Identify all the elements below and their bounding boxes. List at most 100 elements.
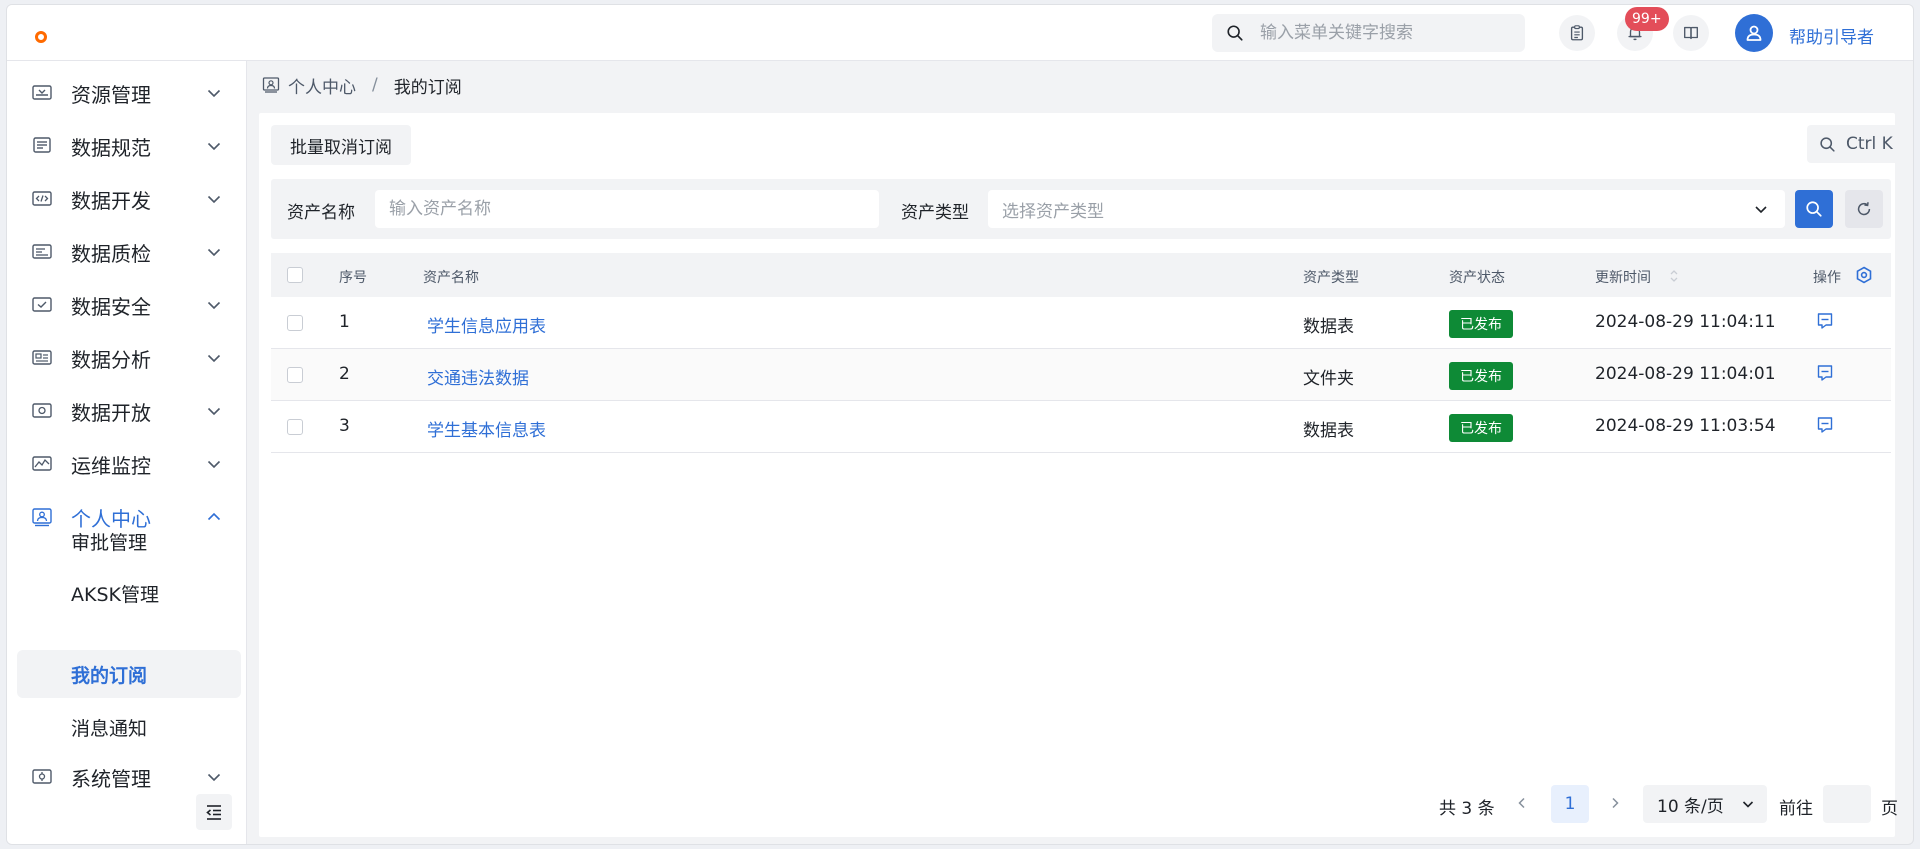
book-icon xyxy=(1684,26,1698,40)
sidebar-item-label: 系统管理 xyxy=(71,766,151,791)
table-row: 1 学生信息应用表 数据表 已发布 2024-08-29 11:04:11 xyxy=(271,297,1891,349)
settings-icon[interactable] xyxy=(1855,266,1873,284)
asset-name-link[interactable]: 交通违法数据 xyxy=(427,364,529,389)
page-number-button[interactable]: 1 xyxy=(1551,785,1589,823)
sidebar-item-analysis[interactable]: 数据分析 xyxy=(7,332,247,384)
sidebar-subitem-label: 消息通知 xyxy=(71,717,148,740)
search-icon xyxy=(1227,25,1243,41)
row-checkbox[interactable] xyxy=(287,419,303,435)
code-icon xyxy=(32,191,52,206)
page-size-select[interactable]: 10 条/页 xyxy=(1643,785,1767,823)
clipboard-icon xyxy=(1570,25,1584,41)
row-checkbox[interactable] xyxy=(287,315,303,331)
search-button[interactable] xyxy=(1795,190,1833,228)
quick-search-button[interactable]: Ctrl K xyxy=(1807,125,1901,163)
unsubscribe-icon[interactable] xyxy=(1815,415,1835,435)
reset-button[interactable] xyxy=(1845,190,1883,228)
asset-type: 文件夹 xyxy=(1303,369,1354,389)
sidebar-subitem-approval[interactable]: 审批管理 xyxy=(17,517,241,565)
asset-name-link[interactable]: 学生基本信息表 xyxy=(427,416,546,441)
menu-search-box[interactable] xyxy=(1212,14,1525,52)
personal-icon xyxy=(262,77,280,93)
sidebar-item-open[interactable]: 数据开放 xyxy=(7,385,247,437)
goto-page-input[interactable] xyxy=(1823,785,1871,823)
search-icon xyxy=(1806,201,1822,217)
updated-time: 2024-08-29 11:04:11 xyxy=(1595,312,1776,332)
row-checkbox[interactable] xyxy=(287,367,303,383)
prev-page-icon[interactable] xyxy=(1515,796,1529,810)
table-header: 序号 资产名称 资产类型 资产状态 更新时间 操作 xyxy=(271,253,1891,297)
updated-time: 2024-08-29 11:03:54 xyxy=(1595,416,1776,436)
username[interactable]: 帮助引导者 xyxy=(1789,23,1874,48)
sidebar-item-label: 数据开放 xyxy=(71,400,151,425)
chevron-down-icon xyxy=(207,89,221,98)
column-type: 资产类型 xyxy=(1303,270,1359,286)
select-all-checkbox[interactable] xyxy=(287,267,303,283)
chevron-down-icon xyxy=(207,354,221,363)
filter-bar: 资产名称 资产类型 选择资产类型 xyxy=(271,179,1891,239)
avatar[interactable] xyxy=(1735,14,1773,52)
sidebar-subitem-aksk[interactable]: AKSK管理 xyxy=(17,569,241,617)
sidebar-item-label: 数据分析 xyxy=(71,347,151,372)
chevron-down-icon xyxy=(207,773,221,782)
sidebar-item-resource[interactable]: 资源管理 xyxy=(7,67,247,119)
asset-name-input[interactable] xyxy=(375,190,879,228)
chevron-down-icon xyxy=(207,248,221,257)
top-header: 99+ 帮助引导者 xyxy=(7,5,1913,61)
breadcrumb-current: 我的订阅 xyxy=(393,77,462,98)
asset-name-link[interactable]: 学生信息应用表 xyxy=(427,312,546,337)
pagination-total: 共 3 条 xyxy=(1439,799,1495,819)
security-icon xyxy=(32,297,52,312)
batch-unsubscribe-button[interactable]: 批量取消订阅 xyxy=(271,125,411,165)
docs-button[interactable] xyxy=(1673,15,1709,51)
standard-icon xyxy=(33,137,51,153)
sidebar-item-label: 数据开发 xyxy=(71,188,151,213)
sidebar-subitem-messages[interactable]: 消息通知 xyxy=(17,703,241,751)
next-page-icon[interactable] xyxy=(1608,796,1622,810)
column-updated[interactable]: 更新时间 xyxy=(1595,267,1651,287)
unsubscribe-icon[interactable] xyxy=(1815,363,1835,383)
clipboard-button[interactable] xyxy=(1559,15,1595,51)
open-icon xyxy=(32,403,52,418)
sidebar-item-label: 数据质检 xyxy=(71,241,151,266)
breadcrumb-separator: / xyxy=(372,75,378,95)
asset-type-label: 资产类型 xyxy=(901,203,969,223)
asset-type-select[interactable]: 选择资产类型 xyxy=(988,190,1785,228)
notification-badge: 99+ xyxy=(1625,7,1669,31)
sidebar-subitem-my-subscriptions[interactable]: 我的订阅 xyxy=(17,650,241,698)
logo-icon[interactable] xyxy=(35,31,47,43)
chevron-down-icon xyxy=(207,142,221,151)
column-index: 序号 xyxy=(339,270,367,286)
chevron-down-icon xyxy=(207,301,221,310)
sidebar: 资源管理 数据规范 数据开发 数据质检 数据安全 数据分析 数据开放 运维监控 … xyxy=(7,61,247,844)
status-badge: 已发布 xyxy=(1449,362,1513,390)
sidebar-item-security[interactable]: 数据安全 xyxy=(7,279,247,331)
row-index: 2 xyxy=(339,364,350,384)
sort-icon[interactable] xyxy=(1669,269,1679,283)
collapse-menu-icon xyxy=(206,805,221,820)
table-row: 2 交通违法数据 文件夹 已发布 2024-08-29 11:04:01 xyxy=(271,349,1891,401)
chevron-down-icon xyxy=(207,460,221,469)
page-size-value: 10 条/页 xyxy=(1657,796,1724,817)
goto-label: 前往 xyxy=(1779,799,1813,819)
unsubscribe-icon[interactable] xyxy=(1815,311,1835,331)
sidebar-item-develop[interactable]: 数据开发 xyxy=(7,173,247,225)
menu-search-input[interactable] xyxy=(1260,23,1500,43)
chevron-down-icon xyxy=(1742,801,1754,808)
sidebar-item-quality[interactable]: 数据质检 xyxy=(7,226,247,278)
asset-name-label: 资产名称 xyxy=(287,203,355,223)
analysis-icon xyxy=(32,350,52,365)
asset-type: 数据表 xyxy=(1303,421,1354,441)
asset-type-placeholder: 选择资产类型 xyxy=(1002,201,1104,222)
sidebar-item-label: 资源管理 xyxy=(71,82,151,107)
search-icon xyxy=(1820,136,1835,152)
sidebar-collapse-button[interactable] xyxy=(196,794,232,830)
monitor-icon xyxy=(32,456,52,471)
row-index: 3 xyxy=(339,416,350,436)
breadcrumb-parent[interactable]: 个人中心 xyxy=(288,73,356,98)
refresh-icon xyxy=(1857,202,1871,216)
sidebar-item-standard[interactable]: 数据规范 xyxy=(7,120,247,172)
asset-type: 数据表 xyxy=(1303,317,1354,337)
system-icon xyxy=(32,769,52,784)
sidebar-item-monitor[interactable]: 运维监控 xyxy=(7,438,247,490)
